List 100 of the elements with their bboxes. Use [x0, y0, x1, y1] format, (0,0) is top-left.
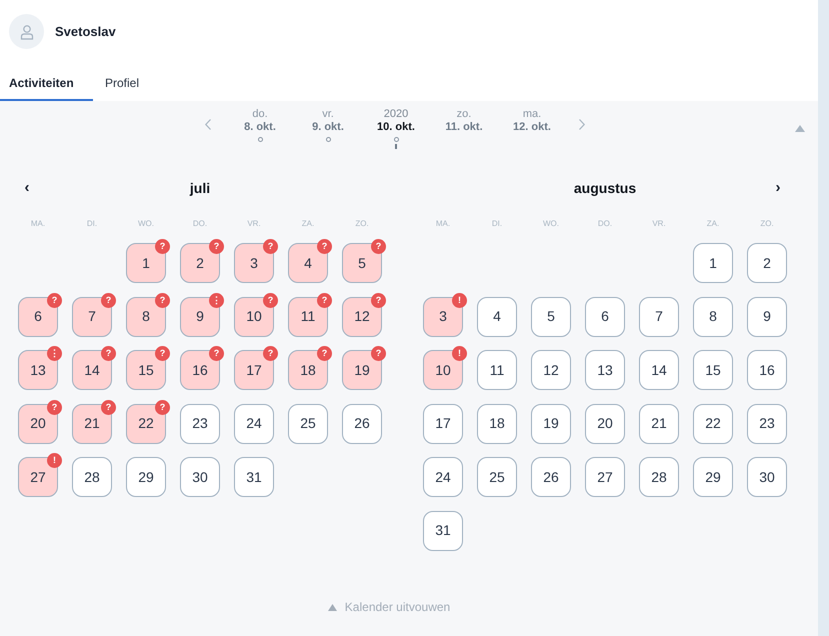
date-label: 8. okt.: [244, 120, 276, 134]
day-button[interactable]: 28: [639, 457, 679, 497]
date-top-label: 2020: [384, 108, 408, 120]
month-title: augustus: [574, 178, 636, 198]
weekday-label: DO.: [596, 218, 614, 230]
day-button[interactable]: 26: [531, 457, 571, 497]
weekday-label: VR.: [651, 218, 667, 230]
status-badge: ?: [101, 346, 116, 361]
day-button[interactable]: 14: [639, 350, 679, 390]
day-button[interactable]: 16: [747, 350, 787, 390]
status-badge: ?: [263, 346, 278, 361]
day-button[interactable]: 24: [234, 404, 274, 444]
status-badge: ?: [47, 400, 62, 414]
status-badge: ?: [317, 346, 332, 361]
date-label: 12. okt.: [513, 120, 551, 134]
day-button[interactable]: 25: [477, 457, 517, 497]
day-button[interactable]: 28: [72, 457, 112, 497]
status-badge: ?: [155, 400, 170, 414]
status-badge: ?: [209, 239, 224, 254]
day-button[interactable]: 30: [747, 457, 787, 497]
chevron-left-icon[interactable]: [205, 119, 211, 130]
weekday-label: DI.: [490, 218, 504, 230]
status-badge: ?: [263, 292, 278, 308]
weekday-label: ZO.: [354, 218, 370, 230]
day-button[interactable]: 8: [693, 296, 733, 336]
day-button[interactable]: 23: [747, 404, 787, 444]
day-button[interactable]: 21: [639, 404, 679, 444]
day-button[interactable]: 11: [477, 350, 517, 390]
day-button[interactable]: 12: [531, 350, 571, 390]
weekday-label: WO.: [137, 218, 155, 230]
status-badge: ?: [209, 346, 224, 361]
day-button[interactable]: 29: [693, 457, 733, 497]
day-button[interactable]: 2: [747, 243, 787, 283]
date-item[interactable]: 2020 10. okt.: [362, 108, 430, 149]
date-top-label: vr.: [322, 108, 334, 120]
day-button[interactable]: 15: [693, 350, 733, 390]
date-item[interactable]: zo. 11. okt.: [430, 108, 498, 134]
weekday-label: ZA.: [300, 218, 316, 230]
status-badge: ?: [263, 239, 278, 254]
status-badge: ?: [155, 239, 170, 254]
day-button[interactable]: 6: [585, 296, 625, 336]
weekday-label: ZA.: [706, 218, 720, 230]
day-button[interactable]: 25: [288, 404, 328, 444]
status-badge: ?: [155, 346, 170, 361]
status-badge: ?: [101, 400, 116, 414]
today-marker: [395, 144, 397, 149]
date-top-label: zo.: [456, 108, 472, 120]
status-badge: !: [452, 346, 467, 361]
day-button[interactable]: 20: [585, 404, 625, 444]
weekday-label: DI.: [86, 218, 98, 230]
date-item[interactable]: vr. 9. okt.: [294, 108, 362, 142]
day-button[interactable]: 22: [693, 404, 733, 444]
weekday-label: ZO.: [759, 218, 775, 230]
person-icon: [20, 24, 34, 40]
status-badge: ?: [317, 292, 332, 308]
previous-month-button[interactable]: ‹: [21, 176, 33, 200]
date-label: 11. okt.: [445, 120, 483, 134]
day-button[interactable]: 7: [639, 296, 679, 336]
day-button[interactable]: 18: [477, 404, 517, 444]
weekday-label: MA.: [30, 218, 46, 230]
next-month-button[interactable]: ›: [772, 176, 784, 200]
day-button[interactable]: 23: [180, 404, 220, 444]
status-badge: ?: [155, 292, 170, 308]
weekday-label: VR.: [246, 218, 262, 230]
day-button[interactable]: 17: [423, 404, 463, 444]
weekday-label: DO.: [192, 218, 208, 230]
status-badge: ⋮: [47, 346, 62, 361]
day-button[interactable]: 31: [423, 510, 463, 550]
date-label: 10. okt.: [377, 120, 415, 134]
status-badge: ?: [371, 239, 386, 254]
day-button[interactable]: 1: [693, 243, 733, 283]
status-badge: ?: [47, 292, 62, 308]
user-name: Svetoslav: [55, 22, 116, 41]
day-button[interactable]: 29: [126, 457, 166, 497]
day-button[interactable]: 4: [477, 296, 517, 336]
status-badge: ⋮: [209, 292, 224, 308]
day-button[interactable]: 13: [585, 350, 625, 390]
day-button[interactable]: 30: [180, 457, 220, 497]
expand-triangle-icon: [328, 604, 337, 610]
date-label: 9. okt.: [312, 120, 344, 134]
status-badge: !: [452, 292, 467, 308]
weekday-label: MA.: [434, 218, 452, 230]
day-button[interactable]: 19: [531, 404, 571, 444]
date-item[interactable]: ma. 12. okt.: [498, 108, 566, 134]
day-button[interactable]: 5: [531, 296, 571, 336]
month-title: juli: [190, 178, 210, 198]
status-badge: ?: [371, 292, 386, 308]
day-button[interactable]: 31: [234, 457, 274, 497]
weekday-label: WO.: [542, 218, 560, 230]
status-badge: ?: [101, 292, 116, 308]
day-button[interactable]: 27: [585, 457, 625, 497]
status-badge: ?: [317, 239, 332, 254]
day-button[interactable]: 26: [342, 404, 382, 444]
collapse-triangle-icon[interactable]: [795, 125, 805, 132]
status-badge: ?: [371, 346, 386, 361]
chevron-right-icon[interactable]: [579, 119, 585, 130]
date-top-label: ma.: [522, 108, 542, 120]
date-item[interactable]: do. 8. okt.: [226, 108, 294, 142]
day-button[interactable]: 24: [423, 457, 463, 497]
day-button[interactable]: 9: [747, 296, 787, 336]
